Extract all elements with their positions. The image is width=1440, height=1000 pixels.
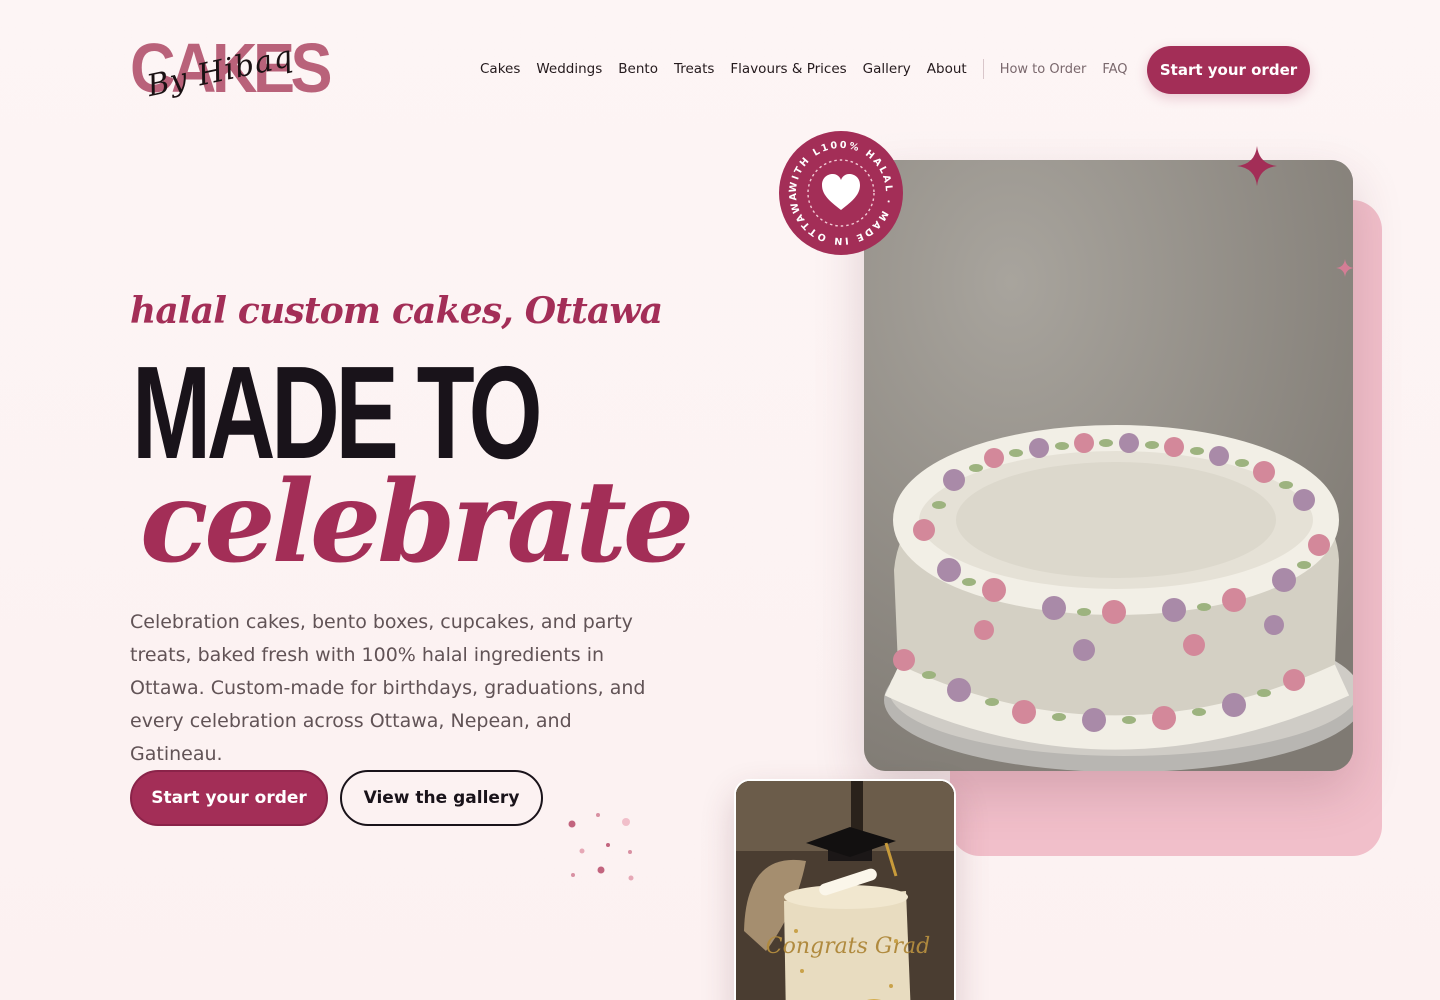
start-order-button[interactable]: Start your order — [130, 770, 328, 826]
nav-link-gallery[interactable]: Gallery — [863, 61, 911, 77]
floral-cake-photo — [864, 160, 1353, 771]
graduation-cake-photo: Congrats Grad — [734, 779, 956, 1000]
floral-cake-illustration — [864, 160, 1353, 771]
nav-link-about[interactable]: About — [927, 61, 967, 77]
nav-link-weddings[interactable]: Weddings — [536, 61, 602, 77]
graduation-cake-illustration: Congrats Grad — [736, 781, 954, 1000]
hero-headline-line2: celebrate — [140, 457, 694, 588]
nav-link-treats[interactable]: Treats — [674, 61, 714, 77]
brand-logo[interactable]: CAKES By Hibaq — [130, 32, 333, 106]
sparkle-small-icon — [1336, 259, 1354, 277]
sparkle-icon — [1237, 146, 1277, 186]
nav-link-faq[interactable]: FAQ — [1102, 62, 1127, 77]
cake-topper-text: Congrats Grad — [766, 934, 930, 959]
hero-description: Celebration cakes, bento boxes, cupcakes… — [130, 611, 646, 765]
decorative-dots — [568, 813, 634, 881]
view-gallery-button[interactable]: View the gallery — [340, 770, 543, 826]
nav-divider — [982, 59, 984, 79]
nav-link-flavours-prices[interactable]: Flavours & Prices — [730, 61, 846, 77]
nav-link-how-to-order[interactable]: How to Order — [1000, 62, 1087, 77]
hero-eyebrow: halal custom cakes, Ottawa — [130, 290, 663, 332]
header-start-order-button[interactable]: Start your order — [1147, 46, 1310, 94]
halal-badge: WITH L100% HALAL · MADE IN OTTAWA · — [778, 130, 903, 255]
nav-link-cakes[interactable]: Cakes — [480, 61, 520, 77]
main-nav: Cakes Weddings Bento Treats Flavours & P… — [480, 58, 1144, 80]
nav-link-bento[interactable]: Bento — [618, 61, 658, 77]
